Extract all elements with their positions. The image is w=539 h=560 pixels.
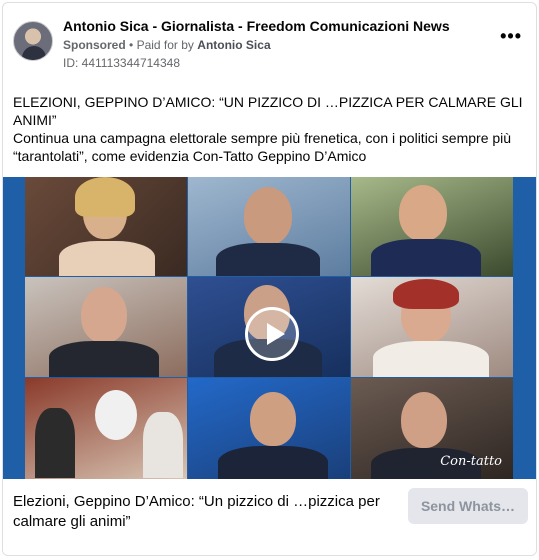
post-body-title: ELEZIONI, GEPPINO D’AMICO: “UN PIZZICO D… [13,94,523,128]
body-shape [371,239,481,276]
video-thumbnail[interactable]: Con-tatto [3,177,536,479]
avatar[interactable] [13,21,53,61]
meta-dot: • [129,38,137,52]
party-logo-shape [95,390,137,440]
body-shape [35,408,75,478]
collage-photo [351,177,513,276]
collage-photo [25,378,187,479]
face-shape [401,392,447,448]
post-body: ELEZIONI, GEPPINO D’AMICO: “UN PIZZICO D… [13,93,528,165]
more-dots-icon[interactable]: ••• [500,27,522,45]
watermark-logo: Con-tatto [440,454,502,469]
body-shape [218,446,328,479]
collage-photo [25,177,187,276]
post-body-description: Continua una campagna elettorale sempre … [13,130,512,164]
ad-card: Antonio Sica - Giornalista - Freedom Com… [2,2,537,556]
face-shape [399,185,447,241]
play-icon[interactable] [245,307,299,361]
body-shape [373,341,489,377]
post-meta: Sponsored • Paid for by Antonio Sica [63,38,271,52]
ad-id: ID: 441113344714348 [63,56,180,70]
collage-photo [25,277,187,377]
body-shape [59,241,155,276]
send-whatsapp-button[interactable]: Send Whats… [408,488,528,524]
turban-shape [393,279,459,309]
footer-headline[interactable]: Elezioni, Geppino D’Amico: “Un pizzico d… [13,492,393,532]
page-name-link[interactable]: Antonio Sica - Giornalista - Freedom Com… [63,18,450,34]
paid-for-prefix: Paid for by [136,38,194,52]
collage-photo [188,177,350,276]
body-shape [49,341,159,377]
face-shape [244,187,292,245]
sponsored-label[interactable]: Sponsored [63,38,126,52]
collage-photo [351,277,513,377]
post-header: Antonio Sica - Giornalista - Freedom Com… [13,17,526,71]
link-footer[interactable]: Elezioni, Geppino D’Amico: “Un pizzico d… [3,479,536,555]
face-shape [250,392,296,446]
paid-for-name: Antonio Sica [197,38,271,52]
collage-photo [188,378,350,479]
body-shape [143,412,183,478]
body-shape [216,243,320,276]
hair-shape [75,177,135,217]
face-shape [81,287,127,343]
